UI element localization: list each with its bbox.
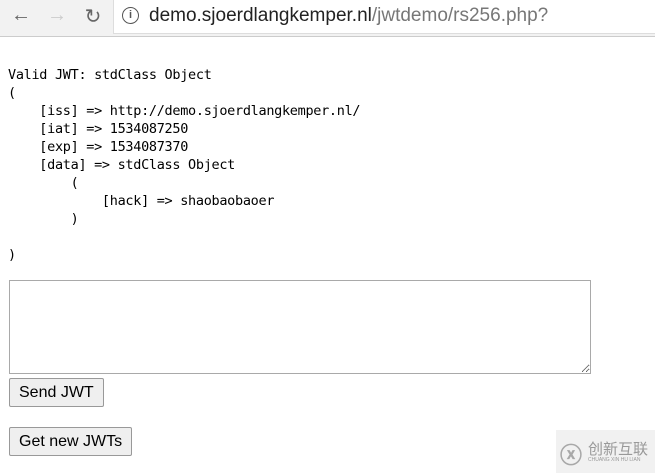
forward-icon[interactable]: → [44, 4, 70, 27]
url-path: /jwtdemo/rs256.php? [371, 5, 549, 26]
get-new-jwts-button[interactable]: Get new JWTs [9, 427, 133, 456]
send-jwt-button[interactable]: Send JWT [9, 378, 104, 407]
browser-toolbar: ← → ↻ i demo.sjoerdlangkemper.nl/jwtdemo… [0, 0, 655, 37]
output-line: ) [8, 211, 79, 227]
address-bar[interactable]: i demo.sjoerdlangkemper.nl/jwtdemo/rs256… [113, 0, 655, 34]
output-line: [data] => stdClass Object [8, 157, 236, 173]
watermark-cn: 创新互联 [588, 441, 649, 458]
watermark-en: CHUANG XIN HU LIAN [588, 457, 641, 463]
reload-icon[interactable]: ↻ [80, 4, 106, 29]
output-line: [hack] => shaobaobaoer [8, 193, 275, 209]
output-line: ( [8, 175, 79, 191]
url-host: demo.sjoerdlangkemper.nl [149, 5, 372, 26]
url-text: demo.sjoerdlangkemper.nl/jwtdemo/rs256.p… [149, 5, 548, 27]
watermark: ⓧ 创新互联 CHUANG XIN HU LIAN [556, 430, 655, 473]
watermark-logo-icon: ⓧ [560, 443, 583, 468]
jwt-input[interactable] [9, 280, 591, 374]
output-line: [iat] => 1534087250 [8, 121, 189, 137]
info-icon[interactable]: i [122, 7, 139, 24]
back-icon[interactable]: ← [8, 4, 34, 27]
output-line: ( [8, 85, 16, 101]
jwt-output: Valid JWT: stdClass Object ( [iss] => ht… [8, 66, 361, 264]
output-line: [exp] => 1534087370 [8, 139, 189, 155]
output-line: ) [8, 247, 16, 263]
output-line: Valid JWT: stdClass Object [8, 67, 212, 83]
output-line: [iss] => http://demo.sjoerdlangkemper.nl… [8, 103, 361, 119]
